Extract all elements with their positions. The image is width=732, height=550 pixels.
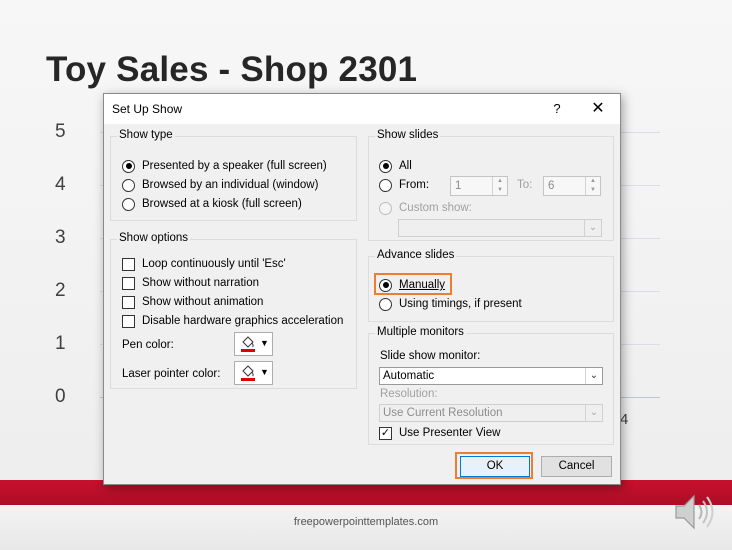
chevron-down-icon: ▼ [260,338,269,348]
radio-button[interactable] [122,197,135,211]
radio-button[interactable] [379,201,392,215]
paint-bucket-icon [241,336,255,352]
radio-from-slide[interactable]: From: [379,177,429,193]
radio-button[interactable] [379,178,392,192]
radio-button[interactable] [379,297,392,311]
group-title: Show options [117,232,191,244]
y-axis-label: 4 [55,174,66,195]
to-label: To: [517,179,533,191]
group-title: Show slides [375,129,441,141]
slide-title: Toy Sales - Shop 2301 [46,50,418,89]
footer-text: freepowerpointtemplates.com [293,516,439,528]
from-value: 1 [455,180,462,192]
checkbox[interactable] [122,276,135,290]
radio-label: Browsed by an individual (window) [142,179,319,191]
checkbox-without-narration[interactable]: Show without narration [122,275,259,291]
pen-color-label: Pen color: [122,339,174,351]
y-axis-label: 5 [55,121,66,142]
show-type-group: Show type Presented by a speaker (full s… [110,129,357,221]
checkbox[interactable] [122,257,135,271]
radio-all-slides[interactable]: All [379,158,412,174]
group-title: Multiple monitors [375,326,466,338]
y-axis-label: 3 [55,227,66,248]
chevron-down-icon: ⌄ [585,405,602,421]
radio-label: Custom show: [399,202,472,214]
checkmark-icon[interactable]: ✓ [379,426,392,440]
cancel-button[interactable]: Cancel [541,456,612,477]
dialog-titlebar[interactable]: Set Up Show ? ✕ [104,94,620,124]
radio-button[interactable] [379,278,392,292]
advance-slides-group: Advance slides Manually Using timings, i… [368,249,614,322]
x-axis-label: 4 [620,411,629,428]
radio-label: From: [399,179,430,191]
group-title: Show type [117,129,175,141]
slide-show-monitor-select[interactable]: Automatic ⌄ [379,367,603,385]
checkbox[interactable] [122,314,135,328]
radio-custom-show[interactable]: Custom show: [379,200,472,216]
checkbox-label: Show without animation [142,296,264,308]
checkbox-label: Disable hardware graphics acceleration [142,315,344,327]
radio-button[interactable] [379,159,392,173]
y-axis-label: 1 [55,333,66,354]
radio-using-timings[interactable]: Using timings, if present [379,296,522,312]
checkbox[interactable] [122,295,135,309]
laser-color-label: Laser pointer color: [122,368,221,380]
radio-presented-by-speaker[interactable]: Presented by a speaker (full screen) [122,158,327,174]
to-slide-spinner[interactable]: 6 ▲ ▼ [543,176,601,196]
set-up-show-dialog: Set Up Show ? ✕ Show type Presented by a… [103,93,621,485]
radio-browsed-by-individual[interactable]: Browsed by an individual (window) [122,177,318,193]
radio-manually[interactable]: Manually [379,277,445,293]
show-slides-group: Show slides All From: 1 ▲ ▼ To: 6 ▲ ▼ Cust… [368,129,614,241]
chevron-down-icon: ▼ [260,367,269,377]
checkbox-without-animation[interactable]: Show without animation [122,294,263,310]
paint-bucket-icon [241,365,255,381]
radio-label: All [399,160,412,172]
resolution-label: Resolution: [380,388,438,400]
monitor-label: Slide show monitor: [380,350,481,362]
resolution-select[interactable]: Use Current Resolution ⌄ [379,404,603,422]
checkbox-label: Loop continuously until 'Esc' [142,258,286,270]
radio-label: Browsed at a kiosk (full screen) [142,198,302,210]
radio-browsed-at-kiosk[interactable]: Browsed at a kiosk (full screen) [122,196,302,212]
y-axis-label: 0 [55,386,66,407]
radio-label: Manually [399,279,446,291]
spinner-arrows-icon[interactable]: ▲ ▼ [492,177,507,195]
checkbox-loop-continuously[interactable]: Loop continuously until 'Esc' [122,256,286,272]
from-slide-spinner[interactable]: 1 ▲ ▼ [450,176,508,196]
radio-button[interactable] [122,159,135,173]
checkbox-presenter-view[interactable]: ✓ Use Presenter View [379,425,500,441]
dialog-title: Set Up Show [112,102,183,116]
ok-button[interactable]: OK [460,456,530,477]
resolution-value: Use Current Resolution [383,407,503,419]
chevron-down-icon: ⌄ [584,220,601,236]
checkbox-label: Use Presenter View [399,427,501,439]
pen-color-button[interactable]: ▼ [234,332,273,356]
multiple-monitors-group: Multiple monitors Slide show monitor: Au… [368,326,614,445]
to-value: 6 [548,180,555,192]
group-title: Advance slides [375,249,457,261]
show-options-group: Show options Loop continuously until 'Es… [110,232,357,389]
radio-label: Using timings, if present [399,298,522,310]
custom-show-select[interactable]: ⌄ [398,219,602,237]
speaker-icon[interactable] [670,488,718,536]
chevron-down-icon: ⌄ [585,368,602,384]
checkbox-disable-hw-acceleration[interactable]: Disable hardware graphics acceleration [122,313,343,329]
checkbox-label: Show without narration [142,277,259,289]
spinner-arrows-icon[interactable]: ▲ ▼ [585,177,600,195]
radio-label: Presented by a speaker (full screen) [142,160,327,172]
y-axis-label: 2 [55,280,66,301]
laser-color-button[interactable]: ▼ [234,361,273,385]
help-button[interactable]: ? [547,98,567,120]
close-button[interactable]: ✕ [586,98,610,120]
radio-button[interactable] [122,178,135,192]
monitor-value: Automatic [383,370,435,382]
